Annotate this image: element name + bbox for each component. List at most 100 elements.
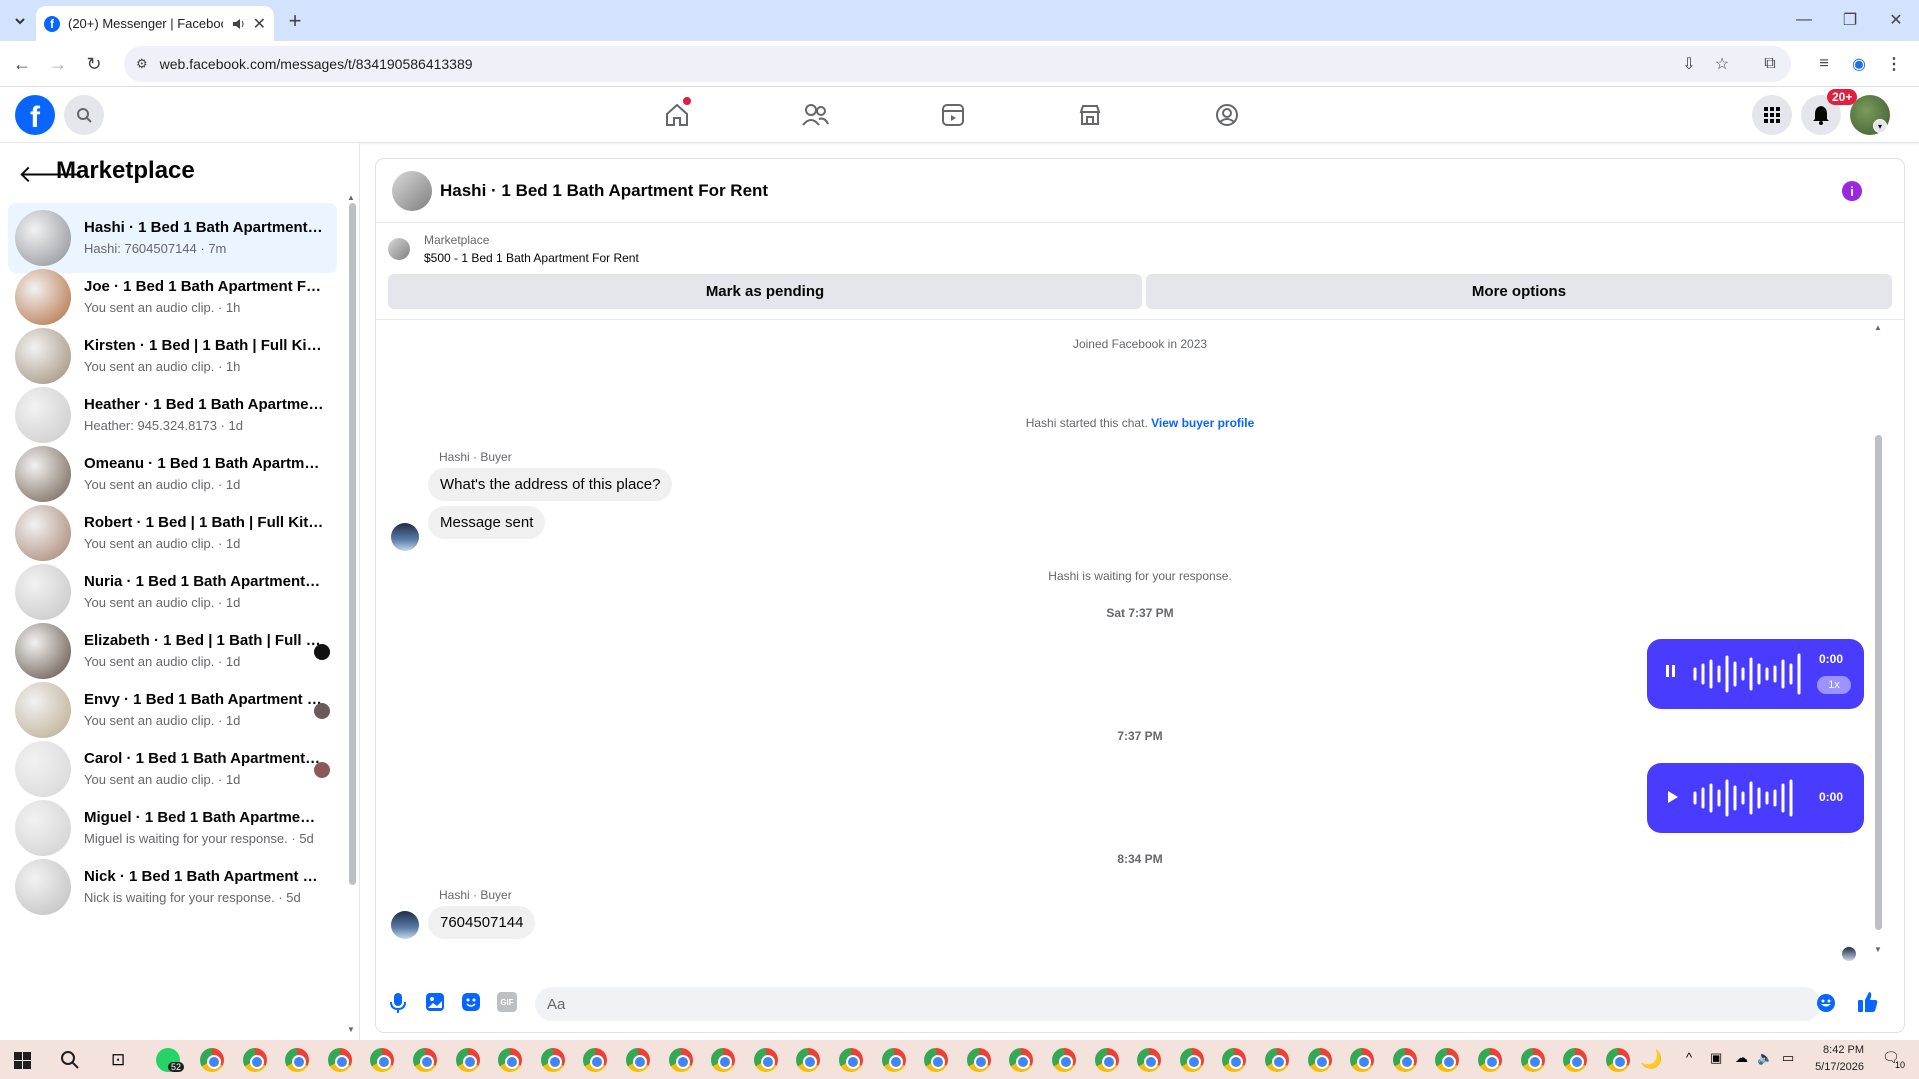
message-input[interactable]	[535, 987, 1821, 1021]
install-app-icon[interactable]: ⇩	[1677, 52, 1701, 76]
taskbar-app-icon[interactable]	[1137, 1048, 1162, 1072]
taskbar-app-icon[interactable]	[1392, 1048, 1417, 1072]
message-bubble[interactable]: What's the address of this place?	[428, 468, 673, 501]
taskbar-app-icon[interactable]	[1222, 1048, 1247, 1072]
conversation-info-icon[interactable]: i	[1842, 181, 1862, 201]
volume-icon[interactable]: 🔈	[1757, 1050, 1773, 1066]
taskbar-app-icon[interactable]	[583, 1048, 608, 1072]
mark-as-pending-button[interactable]: Mark as pending	[388, 274, 1142, 309]
video-icon[interactable]	[933, 97, 973, 133]
speaker-icon[interactable]	[231, 17, 245, 31]
taskbar-app-icon[interactable]	[1435, 1048, 1460, 1072]
tab-search-icon[interactable]	[8, 9, 32, 33]
taskbar-app-icon[interactable]	[1563, 1048, 1588, 1072]
clock-time[interactable]: 8:42 PM	[1796, 1044, 1864, 1056]
thumbs-up-icon[interactable]	[1857, 991, 1879, 1018]
extensions-icon[interactable]: ⧉	[1758, 52, 1782, 76]
tray-app-icon[interactable]: ▣	[1710, 1050, 1722, 1066]
close-tab-icon[interactable]: ✕	[253, 14, 266, 34]
menu-grid-icon[interactable]	[1752, 95, 1792, 135]
taskbar-app-icon[interactable]	[924, 1048, 949, 1072]
sender-avatar[interactable]	[391, 523, 419, 551]
more-options-button[interactable]: More options	[1146, 274, 1892, 309]
tray-chevron-up-icon[interactable]: ^	[1686, 1050, 1692, 1065]
taskbar-app-icon[interactable]	[242, 1048, 267, 1072]
friends-icon[interactable]	[795, 97, 835, 133]
scroll-up-icon[interactable]: ▲	[347, 193, 355, 202]
taskbar-app-icon[interactable]	[540, 1048, 565, 1072]
tab-messenger[interactable]: f (20+) Messenger | Facebook ✕	[36, 6, 274, 41]
listing-thumbnail[interactable]	[388, 238, 410, 260]
gif-icon[interactable]: GIF	[497, 992, 517, 1012]
close-window-icon[interactable]: ✕	[1882, 8, 1910, 32]
message-bubble[interactable]: 7604507144	[428, 906, 536, 939]
windows-start-icon[interactable]	[14, 1052, 31, 1074]
taskbar-app-icon[interactable]	[711, 1048, 736, 1072]
audio-message[interactable]: 0:00	[1647, 763, 1864, 833]
chat-avatar[interactable]	[392, 171, 432, 211]
taskbar-app-icon[interactable]	[1179, 1048, 1204, 1072]
search-icon[interactable]	[64, 95, 104, 135]
taskbar-app-icon[interactable]	[1520, 1048, 1545, 1072]
taskbar-app-icon[interactable]	[668, 1048, 693, 1072]
playback-speed-button[interactable]: 1x	[1817, 676, 1851, 694]
taskbar-app-icon[interactable]	[1265, 1048, 1289, 1072]
profile-icon[interactable]: ◉	[1847, 52, 1871, 76]
scroll-up-icon[interactable]: ▲	[1874, 323, 1882, 332]
weather-moon-icon[interactable]: 🌙	[1640, 1049, 1662, 1070]
network-icon[interactable]: ▭	[1782, 1050, 1794, 1066]
gaming-icon[interactable]	[1207, 97, 1247, 133]
taskbar-app-icon[interactable]	[200, 1048, 224, 1072]
chat-title[interactable]: Hashi · 1 Bed 1 Bath Apartment For Rent	[440, 181, 768, 201]
forward-icon[interactable]: →	[46, 52, 70, 76]
listing-title[interactable]: $500 - 1 Bed 1 Bath Apartment For Rent	[424, 251, 639, 265]
taskbar-app-icon[interactable]	[285, 1048, 310, 1072]
taskbar-app-icon[interactable]	[753, 1048, 778, 1072]
play-icon[interactable]	[1667, 790, 1679, 809]
taskbar-app-icon[interactable]	[370, 1048, 395, 1072]
taskbar-app-icon[interactable]	[1052, 1048, 1076, 1072]
scroll-down-icon[interactable]: ▼	[1874, 945, 1882, 954]
task-view-icon[interactable]: ⊡	[111, 1050, 125, 1070]
taskbar-app-icon[interactable]	[1307, 1048, 1332, 1072]
account-chevron-down-icon[interactable]: ▾	[1873, 119, 1887, 133]
media-control-icon[interactable]: ≡	[1812, 52, 1836, 76]
taskbar-app-icon[interactable]	[966, 1048, 991, 1072]
chat-scrollbar[interactable]	[1875, 435, 1882, 930]
taskbar-app-icon[interactable]	[1094, 1048, 1119, 1072]
conversation-item[interactable]: Nick · 1 Bed 1 Bath Apartment For Rent Ni…	[8, 852, 337, 922]
taskbar-app-icon[interactable]	[498, 1048, 523, 1072]
taskbar-app-icon[interactable]	[1009, 1048, 1034, 1072]
message-bubble[interactable]: Message sent	[428, 506, 546, 539]
taskbar-app-icon[interactable]	[1350, 1048, 1375, 1072]
taskbar-app-icon[interactable]	[1478, 1048, 1502, 1072]
photo-icon[interactable]	[425, 992, 445, 1017]
sidebar-scrollbar[interactable]	[349, 203, 356, 885]
taskbar-app-icon[interactable]	[327, 1048, 352, 1072]
taskbar-app-icon[interactable]	[881, 1048, 906, 1072]
sender-avatar[interactable]	[391, 911, 419, 939]
taskbar-app-icon[interactable]	[1605, 1048, 1630, 1072]
sticker-icon[interactable]	[461, 992, 481, 1017]
address-bar[interactable]: ⚙ web.facebook.com/messages/t/8341905864…	[124, 46, 1791, 82]
taskbar-app-icon[interactable]	[413, 1048, 437, 1072]
pause-icon[interactable]	[1665, 664, 1677, 678]
view-buyer-profile-link[interactable]: View buyer profile	[1151, 416, 1254, 430]
marketplace-icon[interactable]	[1070, 97, 1110, 133]
home-icon[interactable]	[657, 97, 697, 133]
scroll-down-icon[interactable]: ▼	[347, 1025, 355, 1034]
minimize-icon[interactable]: —	[1790, 8, 1818, 32]
new-tab-icon[interactable]: +	[282, 8, 308, 34]
taskbar-app-icon[interactable]	[796, 1048, 821, 1072]
restore-icon[interactable]: ❐	[1836, 8, 1864, 32]
onedrive-icon[interactable]: ☁	[1735, 1050, 1748, 1066]
clock-date[interactable]: 5/17/2026	[1796, 1061, 1864, 1073]
audio-message[interactable]: 0:00 1x	[1647, 639, 1864, 709]
site-info-icon[interactable]: ⚙	[136, 56, 148, 72]
browser-menu-icon[interactable]: ⋮	[1882, 52, 1906, 76]
microphone-icon[interactable]	[389, 992, 407, 1019]
bookmark-star-icon[interactable]: ☆	[1710, 52, 1734, 76]
taskbar-app-icon[interactable]	[839, 1048, 863, 1072]
back-icon[interactable]: ←	[10, 52, 34, 76]
taskbar-search-icon[interactable]	[60, 1050, 80, 1075]
